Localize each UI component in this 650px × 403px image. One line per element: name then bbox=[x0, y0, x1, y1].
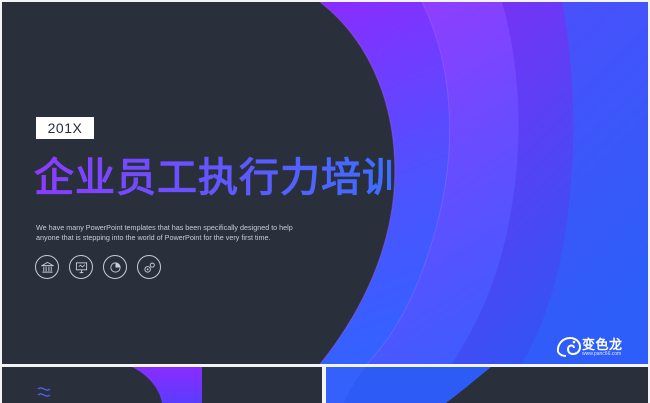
svg-text:企业员工执行力培训: 企业员工执行力培训 bbox=[34, 155, 394, 201]
settings-icon[interactable] bbox=[137, 255, 161, 279]
description-line: We have many PowerPoint templates that h… bbox=[36, 223, 293, 232]
slide-thumbnail[interactable] bbox=[2, 367, 322, 403]
slide-description: We have many PowerPoint templates that h… bbox=[36, 223, 356, 243]
chart-icon[interactable] bbox=[103, 255, 127, 279]
description-line: anyone that is stepping into the world o… bbox=[36, 233, 271, 242]
slide-thumbnail[interactable] bbox=[326, 367, 648, 403]
icon-row bbox=[35, 255, 161, 279]
title-slide[interactable]: 201X 企业员工执行力培训 We have many PowerPoint t… bbox=[2, 2, 648, 364]
bank-icon[interactable] bbox=[35, 255, 59, 279]
slide-title: 企业员工执行力培训 bbox=[34, 155, 394, 201]
brand-logo: 变色龙 www.panc66.com bbox=[554, 332, 644, 360]
slide-canvas: 201X 企业员工执行力培训 We have many PowerPoint t… bbox=[0, 0, 650, 403]
thumbnail-preview bbox=[326, 367, 648, 403]
chameleon-logo-icon bbox=[556, 336, 582, 357]
logo-url: www.panc66.com bbox=[582, 351, 622, 357]
thumbnail-preview bbox=[37, 367, 202, 403]
year-badge: 201X bbox=[36, 117, 94, 139]
presentation-icon[interactable] bbox=[69, 255, 93, 279]
